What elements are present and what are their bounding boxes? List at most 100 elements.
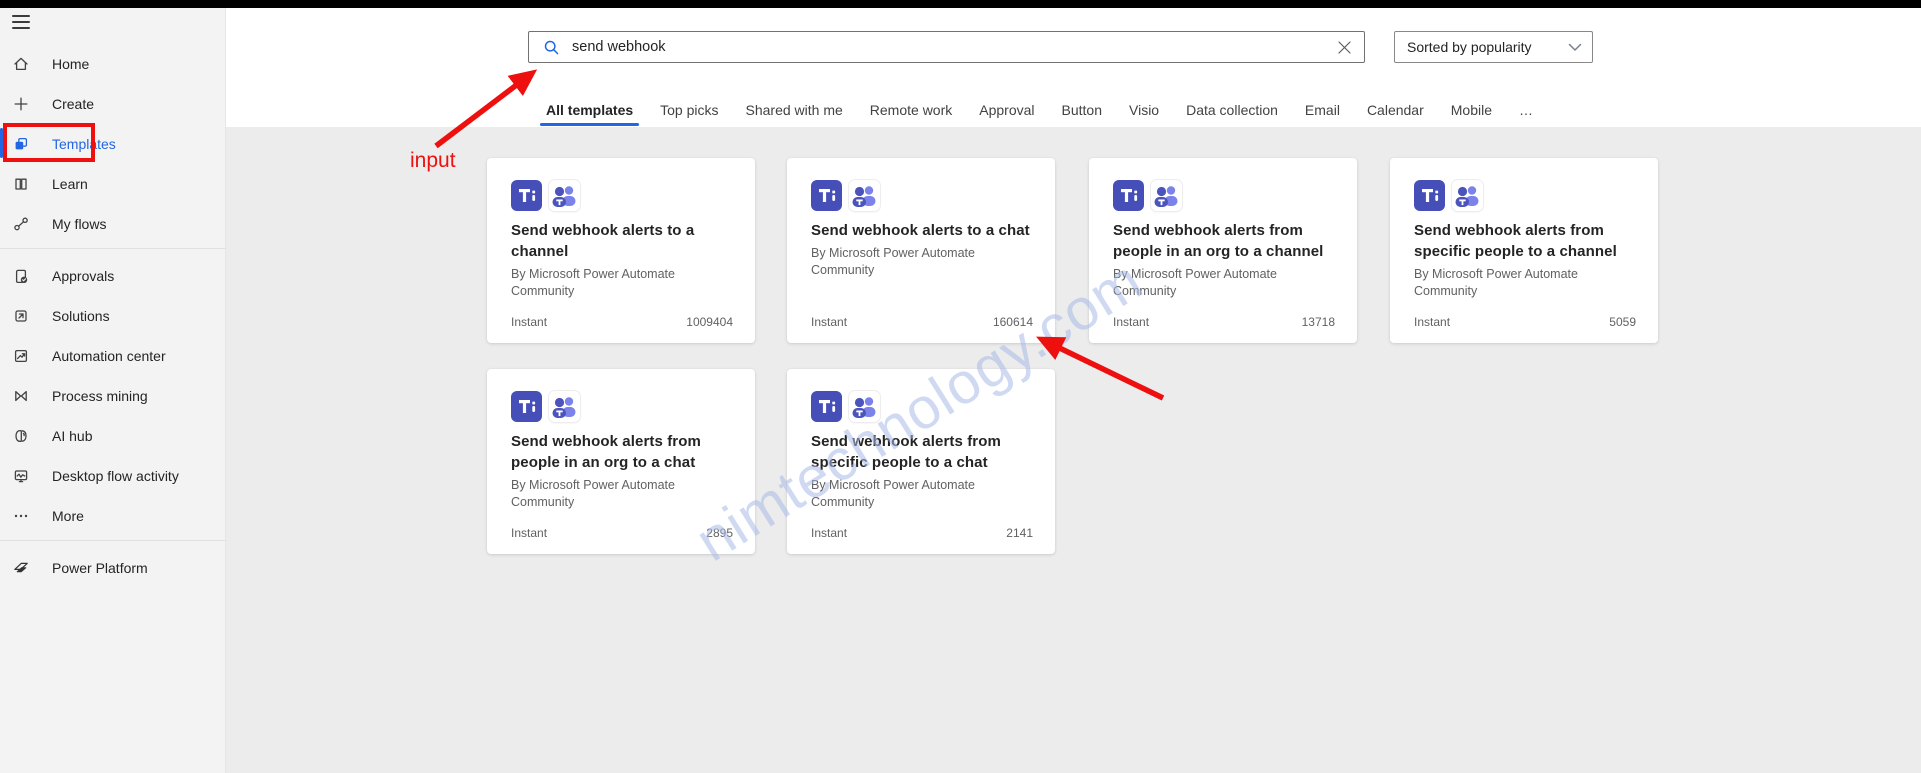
- learn-icon: [13, 176, 29, 192]
- template-card[interactable]: Send webhook alerts to a chat By Microso…: [787, 158, 1055, 343]
- template-author: By Microsoft Power Automate Community: [811, 477, 1033, 511]
- tab-calendar[interactable]: Calendar: [1367, 97, 1424, 126]
- template-title: Send webhook alerts from specific people…: [1414, 220, 1636, 262]
- template-title: Send webhook alerts from people in an or…: [1113, 220, 1335, 262]
- template-author: By Microsoft Power Automate Community: [811, 245, 1033, 279]
- sidebar-divider: [0, 540, 226, 541]
- close-icon[interactable]: [1332, 35, 1356, 59]
- sidebar-item-label: AI hub: [52, 428, 92, 444]
- sidebar-item-ai-hub[interactable]: AI hub: [0, 416, 226, 456]
- content-area: [226, 127, 1921, 773]
- template-author: By Microsoft Power Automate Community: [1113, 266, 1335, 300]
- template-card[interactable]: Send webhook alerts from specific people…: [1390, 158, 1658, 343]
- template-card[interactable]: Send webhook alerts to a channel By Micr…: [487, 158, 755, 343]
- template-card[interactable]: Send webhook alerts from specific people…: [787, 369, 1055, 554]
- my-flows-icon: [13, 216, 29, 232]
- template-type: Instant: [811, 526, 847, 540]
- template-type: Instant: [811, 315, 847, 329]
- tab-more-overflow[interactable]: …: [1519, 97, 1533, 126]
- tab-data-collection[interactable]: Data collection: [1186, 97, 1278, 126]
- teams-icon: [1113, 180, 1144, 211]
- tab-visio[interactable]: Visio: [1129, 97, 1159, 126]
- connector-icons: [511, 391, 733, 422]
- hamburger-menu-icon[interactable]: [12, 15, 30, 30]
- sidebar-item-approvals[interactable]: Approvals: [0, 256, 226, 296]
- sidebar-item-my-flows[interactable]: My flows: [0, 204, 226, 244]
- templates-icon: [13, 136, 29, 152]
- template-title: Send webhook alerts from specific people…: [811, 431, 1033, 473]
- tab-remote-work[interactable]: Remote work: [870, 97, 952, 126]
- tab-top-picks[interactable]: Top picks: [660, 97, 718, 126]
- sidebar-nav: Home Create Templates: [0, 44, 226, 588]
- sidebar-item-label: More: [52, 508, 84, 524]
- template-title: Send webhook alerts from people in an or…: [511, 431, 733, 473]
- template-type: Instant: [1113, 315, 1149, 329]
- top-black-bar: [0, 0, 1921, 8]
- template-author: By Microsoft Power Automate Community: [511, 477, 733, 511]
- tab-all-templates[interactable]: All templates: [546, 97, 633, 126]
- search-icon: [543, 39, 560, 56]
- teams-icon: [811, 391, 842, 422]
- connector-icons: [511, 180, 733, 211]
- teams-users-icon: [1452, 180, 1483, 211]
- sidebar: Home Create Templates: [0, 0, 226, 773]
- sidebar-item-label: My flows: [52, 216, 106, 232]
- tab-email[interactable]: Email: [1305, 97, 1340, 126]
- sidebar-item-power-platform[interactable]: Power Platform: [0, 548, 226, 588]
- template-type: Instant: [1414, 315, 1450, 329]
- sidebar-item-label: Learn: [52, 176, 88, 192]
- sidebar-item-create[interactable]: Create: [0, 84, 226, 124]
- sidebar-item-label: Automation center: [52, 348, 166, 364]
- sidebar-item-automation-center[interactable]: Automation center: [0, 336, 226, 376]
- template-title: Send webhook alerts to a chat: [811, 220, 1033, 241]
- tab-approval[interactable]: Approval: [979, 97, 1034, 126]
- teams-users-icon: [849, 180, 880, 211]
- sort-dropdown-value: Sorted by popularity: [1407, 39, 1568, 55]
- teams-users-icon: [1151, 180, 1182, 211]
- template-title: Send webhook alerts to a channel: [511, 220, 733, 262]
- tab-button[interactable]: Button: [1062, 97, 1102, 126]
- sidebar-item-home[interactable]: Home: [0, 44, 226, 84]
- solutions-icon: [13, 308, 29, 324]
- sort-dropdown[interactable]: Sorted by popularity: [1394, 31, 1593, 63]
- home-icon: [13, 56, 29, 72]
- sidebar-item-learn[interactable]: Learn: [0, 164, 226, 204]
- connector-icons: [811, 391, 1033, 422]
- tab-mobile[interactable]: Mobile: [1451, 97, 1492, 126]
- desktop-flow-activity-icon: [13, 468, 29, 484]
- process-mining-icon: [13, 388, 29, 404]
- automation-center-icon: [13, 348, 29, 364]
- search-input[interactable]: [570, 38, 1332, 56]
- sidebar-item-label: Approvals: [52, 268, 114, 284]
- approvals-icon: [13, 268, 29, 284]
- template-usage-count: 160614: [993, 315, 1033, 329]
- sidebar-item-label: Solutions: [52, 308, 110, 324]
- template-type: Instant: [511, 526, 547, 540]
- plus-icon: [13, 96, 29, 112]
- sidebar-item-process-mining[interactable]: Process mining: [0, 376, 226, 416]
- teams-users-icon: [549, 391, 580, 422]
- teams-icon: [511, 180, 542, 211]
- teams-users-icon: [849, 391, 880, 422]
- tab-shared-with-me[interactable]: Shared with me: [746, 97, 843, 126]
- template-usage-count: 13718: [1302, 315, 1335, 329]
- power-automate-templates-page: Home Create Templates: [0, 0, 1921, 773]
- sidebar-item-label: Home: [52, 56, 89, 72]
- connector-icons: [1414, 180, 1636, 211]
- chevron-down-icon: [1568, 43, 1582, 52]
- template-usage-count: 2895: [706, 526, 733, 540]
- ai-hub-icon: [13, 428, 29, 444]
- template-category-tabs: All templates Top picks Shared with me R…: [546, 97, 1533, 126]
- connector-icons: [1113, 180, 1335, 211]
- sidebar-item-templates[interactable]: Templates: [0, 124, 226, 164]
- sidebar-item-label: Process mining: [52, 388, 148, 404]
- sidebar-item-more[interactable]: More: [0, 496, 226, 536]
- template-type: Instant: [511, 315, 547, 329]
- teams-icon: [811, 180, 842, 211]
- sidebar-item-desktop-flow-activity[interactable]: Desktop flow activity: [0, 456, 226, 496]
- more-icon: [13, 508, 29, 524]
- sidebar-item-solutions[interactable]: Solutions: [0, 296, 226, 336]
- template-card[interactable]: Send webhook alerts from people in an or…: [1089, 158, 1357, 343]
- template-card[interactable]: Send webhook alerts from people in an or…: [487, 369, 755, 554]
- sidebar-item-label: Create: [52, 96, 94, 112]
